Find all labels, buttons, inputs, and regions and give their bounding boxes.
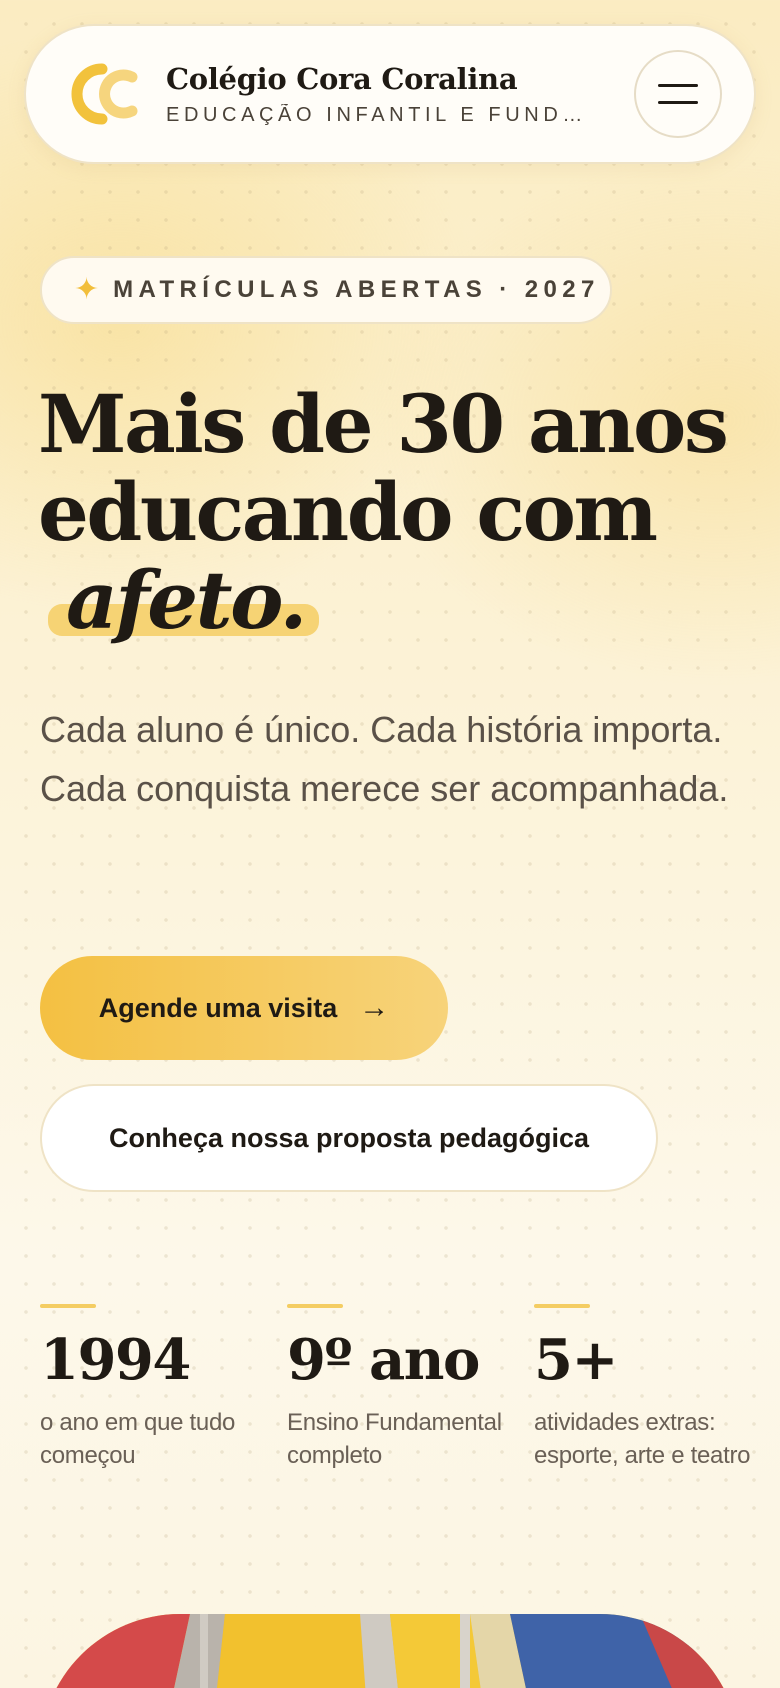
brand-block: Colégio Cora Coralina EDUCAÇÃO INFANTIL … <box>166 62 634 127</box>
headline-accent-word: afeto. <box>66 553 307 647</box>
stat-value: 9º ano <box>287 1327 480 1393</box>
schedule-visit-label: Agende uma visita <box>98 992 338 1023</box>
brand-name[interactable]: Colégio Cora Coralina <box>166 62 634 96</box>
schedule-visit-button[interactable]: Agende uma visita → <box>40 956 448 1060</box>
site-header: Colégio Cora Coralina EDUCAÇÃO INFANTIL … <box>24 24 756 164</box>
badge-text: MATRÍCULAS ABERTAS · 2027 <box>113 276 600 303</box>
pedagogical-proposal-button[interactable]: Conheça nossa proposta pedagógica <box>40 1084 658 1192</box>
stat-accent-bar <box>287 1304 343 1308</box>
headline-line-1: Mais de 30 anos <box>38 377 729 471</box>
colorful-seats-image <box>40 1614 740 1688</box>
hero-lede: Cada aluno é único. Cada história import… <box>40 709 729 809</box>
stat-accent-bar <box>534 1304 590 1308</box>
sparkle-icon: ✦ <box>74 272 100 307</box>
hamburger-menu-button[interactable] <box>634 50 722 138</box>
brand-subtitle: EDUCAÇÃO INFANTIL E FUNDA… <box>166 103 596 126</box>
headline-line-3: afeto. <box>38 556 758 644</box>
cc-monogram-logo[interactable] <box>62 53 144 135</box>
stat-label: atividades extras: esporte, arte e teatr… <box>534 1409 751 1469</box>
stat-value: 5+ <box>534 1327 618 1393</box>
hero-headline: Mais de 30 anos educando com afeto. <box>38 380 758 644</box>
enrollment-badge: ✦ MATRÍCULAS ABERTAS · 2027 <box>40 256 612 324</box>
stat-item: 9º ano Ensino Fundamental completo <box>287 1304 507 1472</box>
headline-line-2: educando com <box>38 465 658 559</box>
stat-label: Ensino Fundamental completo <box>287 1409 502 1469</box>
hamburger-menu-icon <box>658 84 698 87</box>
stat-label: o ano em que tudo começou <box>40 1409 236 1469</box>
arrow-right-icon: → <box>359 991 390 1024</box>
highlight-mark: afeto. <box>38 556 319 644</box>
stat-accent-bar <box>40 1304 96 1308</box>
hero-photo <box>40 1614 740 1688</box>
pedagogical-proposal-label: Conheça nossa proposta pedagógica <box>108 1122 590 1153</box>
stat-item: 5+ atividades extras: esporte, arte e te… <box>534 1304 754 1472</box>
stat-item: 1994 o ano em que tudo começou <box>40 1304 260 1472</box>
stat-value: 1994 <box>40 1327 191 1393</box>
